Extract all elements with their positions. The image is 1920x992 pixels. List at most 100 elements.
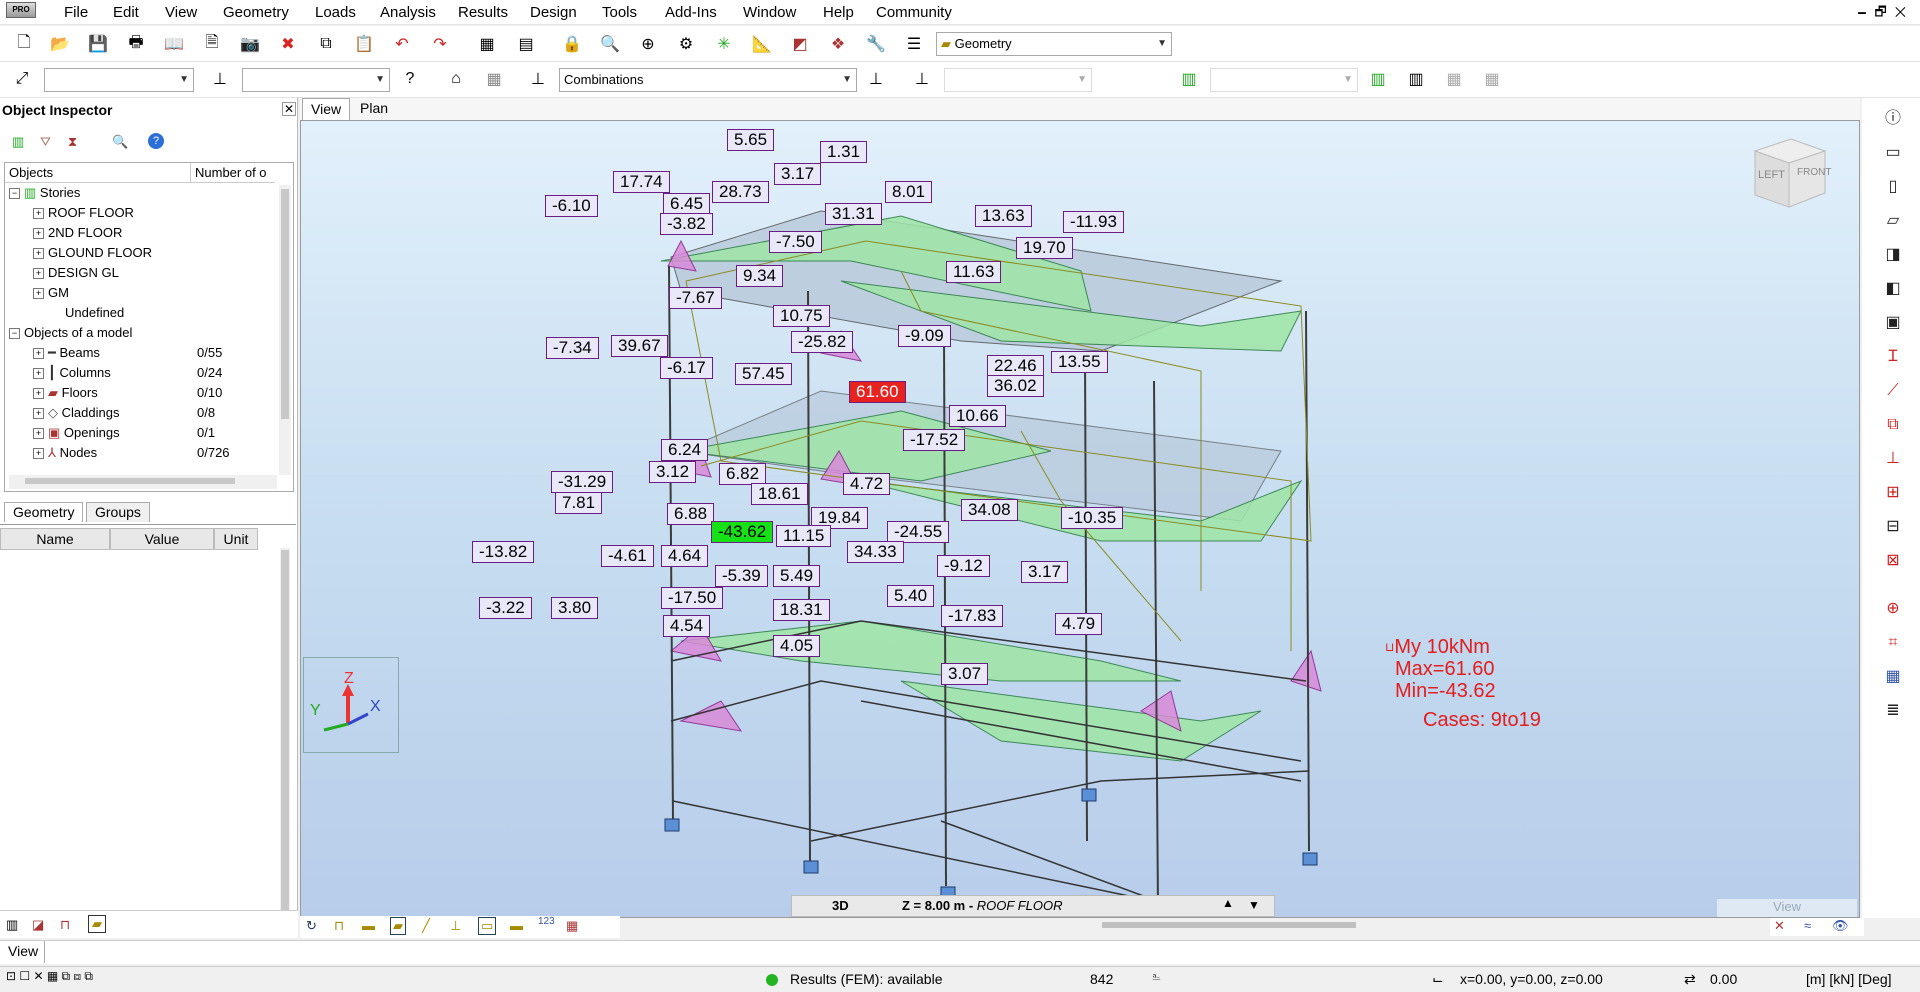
moment-label[interactable]: -17.83 [941,605,1004,627]
menu-addins[interactable]: Add-Ins [665,4,717,21]
table-icon[interactable]: ▤ [514,32,538,56]
settings-grid-icon[interactable]: ⚙ [674,32,698,56]
level-down-icon[interactable]: ▼ [1248,898,1260,912]
tree-story-item[interactable]: Undefined [65,305,124,323]
geometry-tab-icon[interactable]: ▰ [88,915,106,933]
moment-label[interactable]: 39.67 [611,335,668,357]
tree-story-item[interactable]: + GM [33,285,69,303]
menu-edit[interactable]: Edit [113,4,139,21]
menu-design[interactable]: Design [530,4,577,21]
expand-icon[interactable]: + [33,268,44,280]
ibeam-tool-icon[interactable]: Ɪ [1882,346,1904,368]
expand-icon[interactable]: + [33,448,44,460]
moment-label[interactable]: 5.65 [727,129,775,151]
preview-icon[interactable]: 🗎 [200,32,224,56]
help-icon[interactable]: ? [148,133,164,149]
menu-tools[interactable]: Tools [602,4,637,21]
menu-results[interactable]: Results [458,4,508,21]
moment-label[interactable]: 34.33 [847,541,904,563]
story-up-icon[interactable]: ▥ [1366,67,1390,91]
moment-label[interactable]: 36.02 [987,375,1044,397]
moment-label[interactable]: -10.35 [1061,507,1124,529]
zoom-window-icon[interactable]: ⊕ [636,32,660,56]
tree-model-objects[interactable]: − Objects of a model [9,325,132,343]
slab-tool-icon[interactable]: ▱ [1882,210,1904,232]
prop-scrollbar[interactable] [280,548,290,968]
info-icon[interactable]: ⓘ [1882,108,1904,130]
moment-label[interactable]: 13.55 [1051,351,1108,373]
tree-beams[interactable]: + ━ Beams [33,345,100,363]
loads-tab-icon[interactable]: ◪ [32,917,44,933]
moment-label[interactable]: 17.74 [613,171,670,193]
supports-tab-icon[interactable]: ⊓ [60,917,70,933]
table-tool-icon[interactable]: ▦ [1882,666,1904,688]
moment-label[interactable]: 7.81 [555,492,603,514]
print-icon[interactable]: 🖶 [124,32,148,56]
mode-tab-view[interactable]: View [2,941,46,963]
moment-label[interactable]: 4.54 [663,615,711,637]
stories-tab-icon[interactable]: ▥ [6,917,18,933]
hourglass-icon[interactable]: ⧗ [68,134,77,150]
filter-icon[interactable]: ⛛ [40,134,51,150]
moment-label[interactable]: -13.82 [472,541,535,563]
expand-icon[interactable]: + [33,248,44,260]
expand-icon[interactable]: + [33,388,44,400]
moment-label[interactable]: 3.07 [941,663,989,685]
menu-analysis[interactable]: Analysis [380,4,436,21]
moment-label[interactable]: 9.34 [736,265,784,287]
moment-label[interactable]: 18.61 [751,483,808,505]
filter-select-2[interactable]: ▼ [242,68,390,92]
panel-tool-icon[interactable]: ◧ [1882,278,1904,300]
redo-icon[interactable]: ↷ [428,32,452,56]
moment-label[interactable]: 28.73 [712,181,769,203]
moment-label[interactable]: -25.82 [791,331,854,353]
column-tool-icon[interactable]: ▯ [1882,176,1904,198]
stair-tool-icon[interactable]: ⊥ [1882,448,1904,470]
moment-label[interactable]: 19.70 [1016,237,1073,259]
moment-label[interactable]: 34.08 [961,499,1018,521]
copy-tool-icon[interactable]: ⧉ [1882,414,1904,436]
moment-label[interactable]: 6.82 [719,463,767,485]
view-mode-select[interactable]: ▰ Geometry ▼ [936,32,1172,56]
disabled-select[interactable]: ▼ [944,68,1092,92]
moment-label[interactable]: 8.01 [885,181,933,203]
menu-file[interactable]: File [64,4,88,21]
tab-plan[interactable]: Plan [352,98,396,120]
measure-icon[interactable]: 📐 [750,32,774,56]
hide-icon[interactable]: ✕ [1774,918,1785,934]
expand-icon[interactable]: + [33,228,44,240]
select-icon[interactable]: ⤢ [10,67,34,91]
help-query-icon[interactable]: ? [398,67,422,91]
expand-icon[interactable]: + [33,208,44,220]
moment-label[interactable]: -7.34 [546,337,599,359]
support-display-icon[interactable]: ⊥ [450,918,461,934]
moment-label[interactable]: 22.46 [987,355,1044,377]
snap-toggle-icon[interactable]: ⎁ [1152,971,1161,984]
moment-label[interactable]: -6.10 [545,195,598,217]
moment-label[interactable]: 18.31 [773,599,830,621]
house-icon[interactable]: ⌂ [444,67,468,91]
moment-label[interactable]: 6.88 [667,503,715,525]
collapse-icon[interactable]: − [9,188,20,200]
tree-nodes[interactable]: + ⅄ Nodes [33,445,97,463]
tree-story-item[interactable]: + GLOUND FLOOR [33,245,152,263]
moment-label[interactable]: -5.39 [715,565,768,587]
moment-label[interactable]: 13.63 [975,205,1032,227]
eye-icon[interactable]: 👁 [1832,918,1849,934]
moment-label[interactable]: -11.93 [1063,211,1124,233]
expand-icon[interactable]: + [33,288,44,300]
tab-view[interactable]: View [302,98,351,120]
paste-icon[interactable]: 📋 [352,32,376,56]
open-folder-icon[interactable]: 📂 [48,32,72,56]
beam-tool-icon[interactable]: ▭ [1882,142,1904,164]
lock-icon[interactable]: 🔒 [560,32,584,56]
grid-alt-icon[interactable]: ▦ [1480,67,1504,91]
moment-label[interactable]: 1.31 [820,141,868,163]
tree-story-item[interactable]: +2ND FLOOR [33,225,122,243]
expand-icon[interactable]: + [33,368,44,380]
tree-columns[interactable]: + ┃ Columns [33,365,111,383]
load-list-icon[interactable]: ⊥ [910,67,934,91]
moment-label[interactable]: 10.75 [773,305,830,327]
node-icon[interactable]: ✳ [712,32,736,56]
moment-label[interactable]: 4.05 [773,635,821,657]
